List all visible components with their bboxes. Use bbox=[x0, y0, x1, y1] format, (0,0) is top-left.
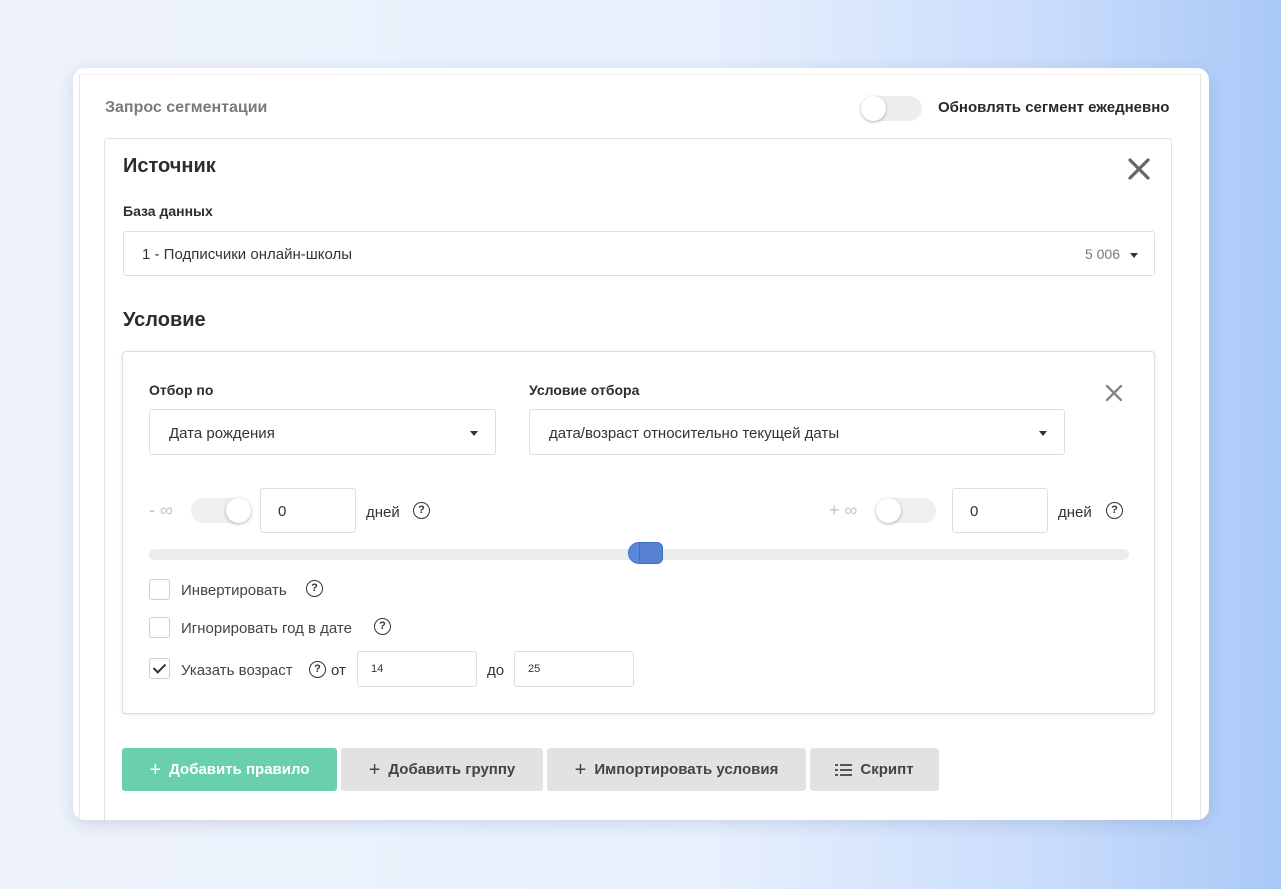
help-icon[interactable]: ? bbox=[309, 661, 326, 678]
condition-heading: Условие bbox=[123, 309, 206, 331]
daily-update-label: Обновлять сегмент ежедневно bbox=[938, 99, 1170, 116]
age-from-label: от bbox=[331, 662, 346, 679]
filter-by-select[interactable]: Дата рождения bbox=[149, 409, 496, 455]
plus-infinity-label: + ∞ bbox=[829, 500, 858, 520]
invert-label: Инвертировать bbox=[181, 582, 287, 599]
database-value: 1 - Подписчики онлайн-школы bbox=[142, 246, 353, 263]
database-count: 5 006 bbox=[1084, 246, 1120, 262]
toggle-knob bbox=[226, 498, 251, 523]
age-to-input[interactable]: 25 bbox=[514, 651, 634, 687]
age-to-label: до bbox=[487, 662, 505, 679]
minus-infinity-toggle[interactable] bbox=[191, 498, 251, 523]
min-days-unit: дней bbox=[366, 504, 400, 521]
toggle-knob bbox=[861, 96, 886, 121]
filter-by-value: Дата рождения bbox=[169, 425, 275, 442]
ignore-year-checkbox[interactable] bbox=[149, 617, 170, 638]
plus-icon: + bbox=[149, 758, 162, 781]
plus-icon: + bbox=[574, 758, 587, 781]
source-panel: Источник База данных 1 - Подписчики онла… bbox=[104, 138, 1172, 820]
age-label: Указать возраст bbox=[181, 662, 293, 679]
chevron-down-icon bbox=[1130, 253, 1138, 258]
max-days-unit: дней bbox=[1058, 504, 1092, 521]
segmentation-card: Запрос сегментации Обновлять сегмент еже… bbox=[73, 68, 1209, 820]
list-icon bbox=[835, 763, 853, 777]
plus-icon: + bbox=[368, 758, 381, 781]
invert-checkbox[interactable] bbox=[149, 579, 170, 600]
import-conditions-label: Импортировать условия bbox=[594, 761, 779, 778]
source-heading: Источник bbox=[123, 155, 216, 177]
age-checkbox[interactable] bbox=[149, 658, 170, 679]
min-days-input[interactable]: 0 bbox=[260, 488, 356, 533]
age-from-input[interactable]: 14 bbox=[357, 651, 477, 687]
ignore-year-label: Игнорировать год в дате bbox=[181, 620, 352, 637]
range-slider-handle-max[interactable] bbox=[639, 542, 663, 564]
add-group-label: Добавить группу bbox=[388, 761, 516, 778]
import-conditions-button[interactable]: + Импортировать условия bbox=[547, 748, 806, 791]
filter-by-label: Отбор по bbox=[149, 382, 214, 398]
rule-panel: Отбор по Условие отбора Дата рождения да… bbox=[122, 351, 1155, 714]
add-group-button[interactable]: + Добавить группу bbox=[341, 748, 543, 791]
plus-infinity-toggle[interactable] bbox=[876, 498, 936, 523]
daily-update-toggle[interactable] bbox=[861, 96, 922, 121]
chevron-down-icon bbox=[1039, 431, 1047, 436]
script-button[interactable]: Скрипт bbox=[810, 748, 939, 791]
chevron-down-icon bbox=[470, 431, 478, 436]
close-source-icon[interactable] bbox=[1125, 155, 1153, 183]
max-days-input[interactable]: 0 bbox=[952, 488, 1048, 533]
filter-condition-label: Условие отбора bbox=[529, 382, 640, 398]
database-select[interactable]: 1 - Подписчики онлайн-школы 5 006 bbox=[123, 231, 1155, 276]
help-icon[interactable]: ? bbox=[374, 618, 391, 635]
checkmark-icon bbox=[152, 660, 167, 674]
filter-condition-value: дата/возраст относительно текущей даты bbox=[549, 425, 840, 442]
remove-rule-icon[interactable] bbox=[1104, 383, 1124, 403]
page-title: Запрос сегментации bbox=[105, 99, 268, 116]
filter-condition-select[interactable]: дата/возраст относительно текущей даты bbox=[529, 409, 1065, 455]
database-label: База данных bbox=[123, 203, 213, 219]
add-rule-label: Добавить правило bbox=[169, 761, 310, 778]
help-icon[interactable]: ? bbox=[306, 580, 323, 597]
help-icon[interactable]: ? bbox=[413, 502, 430, 519]
minus-infinity-label: - ∞ bbox=[149, 500, 173, 520]
toggle-knob bbox=[876, 498, 901, 523]
help-icon[interactable]: ? bbox=[1106, 502, 1123, 519]
script-label: Скрипт bbox=[860, 761, 914, 778]
add-rule-button[interactable]: + Добавить правило bbox=[122, 748, 337, 791]
